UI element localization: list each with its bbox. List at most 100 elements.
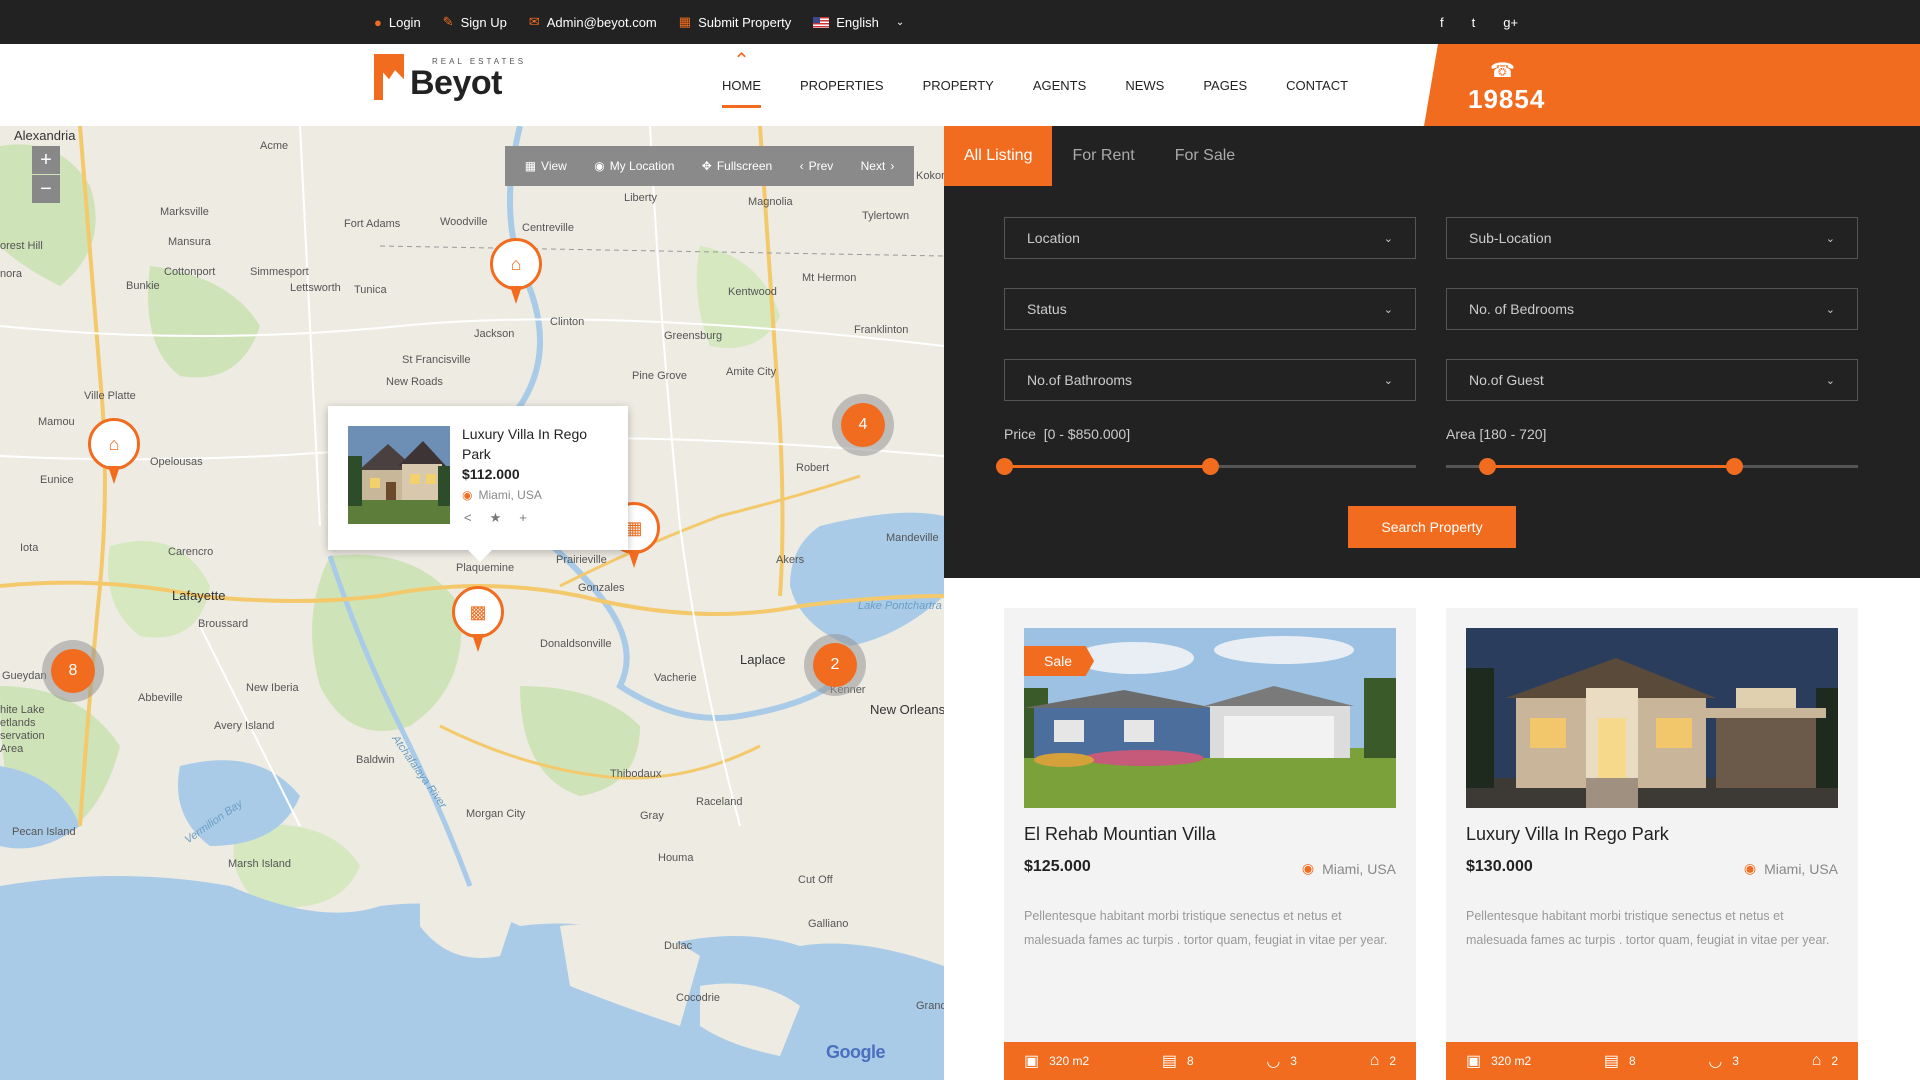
property-image[interactable] <box>1466 628 1838 808</box>
nav-properties[interactable]: PROPERTIES <box>800 44 884 126</box>
my-location-button[interactable]: ◉ My Location <box>594 159 674 173</box>
map-marker[interactable]: ⌂ <box>88 418 140 488</box>
property-title[interactable]: El Rehab Mountian Villa <box>1024 824 1216 845</box>
property-location: ◉ Miami, USA <box>1744 860 1838 877</box>
price-slider[interactable] <box>996 458 1416 475</box>
property-features: ▣ 320 m2 ▤ 8 ◡ 3 ⌂ 2 <box>1004 1042 1416 1080</box>
property-map[interactable]: Alexandria Acme Marksville Mansura Cotto… <box>0 126 944 1080</box>
map-label: hite Lake etlands servation Area <box>0 704 45 755</box>
map-label: Ville Platte <box>84 390 136 402</box>
nav-agents[interactable]: AGENTS <box>1033 44 1086 126</box>
property-title[interactable]: Luxury Villa In Rego Park <box>1466 824 1669 845</box>
chevron-down-icon: ⌄ <box>895 16 905 28</box>
sub-location-select[interactable]: Sub-Location ⌄ <box>1446 217 1858 259</box>
bedrooms-select[interactable]: No. of Bedrooms ⌄ <box>1446 288 1858 330</box>
bathrooms-select[interactable]: No.of Bathrooms ⌄ <box>1004 359 1416 401</box>
fullscreen-button[interactable]: ✥ Fullscreen <box>702 159 772 173</box>
submit-property-link[interactable]: ▦ Submit Property <box>679 14 792 30</box>
logo-name: Beyot <box>410 64 502 102</box>
area-slider[interactable] <box>1446 458 1858 475</box>
popup-property-image[interactable] <box>348 426 450 524</box>
map-cluster[interactable]: 2 <box>804 634 866 696</box>
star-icon[interactable]: ★ <box>490 510 502 526</box>
tab-for-rent[interactable]: For Rent <box>1052 126 1154 186</box>
map-label: Marsh Island <box>228 858 291 870</box>
guest-select[interactable]: No.of Guest ⌄ <box>1446 359 1858 401</box>
marker-tail <box>108 466 120 484</box>
map-label: Grand <box>916 1000 944 1012</box>
feature-beds: ▤ 8 <box>1162 1051 1194 1071</box>
search-panel: All Listing For Rent For Sale Location ⌄ … <box>944 126 1920 578</box>
property-card[interactable]: Luxury Villa In Rego Park $130.000 ◉ Miam… <box>1446 608 1858 1080</box>
nav-contact[interactable]: CONTACT <box>1286 44 1348 126</box>
signup-link[interactable]: ✎ Sign Up <box>443 14 507 30</box>
share-icon[interactable]: < <box>464 510 472 526</box>
property-image[interactable]: Sale <box>1024 628 1396 808</box>
tab-for-sale[interactable]: For Sale <box>1155 126 1255 186</box>
map-label: Tylertown <box>862 210 910 222</box>
garage-icon: ⌂ <box>1811 1052 1822 1069</box>
guest-select-label: No.of Guest <box>1469 372 1544 388</box>
property-location-text: Miami, USA <box>1764 860 1838 877</box>
map-label: Tunica <box>354 284 387 296</box>
listing-tabs: All Listing For Rent For Sale <box>944 126 1255 186</box>
map-info-window[interactable]: Luxury Villa In Rego Park $112.000 ◉ Miam… <box>328 406 628 562</box>
area-range-label: Area [180 - 720] <box>1446 426 1546 442</box>
twitter-icon[interactable]: t <box>1472 15 1476 30</box>
area-label: Area <box>1446 426 1476 442</box>
zoom-in-button[interactable]: + <box>32 146 60 174</box>
email-label: Admin@beyot.com <box>546 14 657 30</box>
map-label: Mamou <box>38 416 75 428</box>
area-min-handle[interactable] <box>1479 458 1497 475</box>
chevron-down-icon: ⌄ <box>1383 303 1393 316</box>
feature-area-value: 320 m2 <box>1049 1054 1090 1068</box>
map-label: Bunkie <box>126 280 160 292</box>
price-max-handle[interactable] <box>1202 458 1219 475</box>
map-label: Mandeville <box>886 532 939 544</box>
nav-property[interactable]: PROPERTY <box>923 44 994 126</box>
property-price: $130.000 <box>1466 858 1533 875</box>
area-max-handle[interactable] <box>1726 458 1744 475</box>
next-button[interactable]: Next › <box>861 159 895 173</box>
feature-beds-value: 8 <box>1186 1054 1194 1068</box>
nav-news[interactable]: NEWS <box>1125 44 1164 126</box>
property-card[interactable]: Sale El Rehab Mountian Villa $125.000 ◉ M… <box>1004 608 1416 1080</box>
search-property-button[interactable]: Search Property <box>1348 506 1516 548</box>
nav-home[interactable]: HOME <box>722 44 761 126</box>
nav-pages[interactable]: PAGES <box>1203 44 1247 126</box>
login-link[interactable]: ● Login <box>374 15 421 30</box>
tab-all-listing[interactable]: All Listing <box>944 126 1053 186</box>
price-min-handle[interactable] <box>996 458 1013 475</box>
map-label: Eunice <box>40 474 74 486</box>
map-label: Robert <box>796 462 830 474</box>
prev-button[interactable]: ‹ Prev <box>800 159 834 173</box>
popup-title[interactable]: Luxury Villa In Rego Park <box>462 424 612 464</box>
map-view-button[interactable]: ▦ View <box>525 159 567 173</box>
map-zoom-controls: + − <box>32 146 60 203</box>
map-marker[interactable]: ▩ <box>452 586 504 656</box>
phone-box[interactable]: ☎ 19854 <box>1424 44 1920 126</box>
map-marker[interactable]: ⌂ <box>490 238 542 308</box>
location-select[interactable]: Location ⌄ <box>1004 217 1416 259</box>
facebook-icon[interactable]: f <box>1440 15 1444 30</box>
feature-baths-value: 3 <box>1290 1054 1297 1068</box>
status-select[interactable]: Status ⌄ <box>1004 288 1416 330</box>
plus-icon[interactable]: + <box>519 510 527 526</box>
map-cluster[interactable]: 8 <box>42 640 104 702</box>
google-logo: Google <box>826 1042 886 1062</box>
bed-icon: ▤ <box>1161 1053 1177 1070</box>
google-plus-icon[interactable]: g+ <box>1503 15 1518 30</box>
price-label: Price <box>1004 426 1036 442</box>
house-photo <box>348 426 450 524</box>
email-link[interactable]: ✉ Admin@beyot.com <box>529 14 657 30</box>
logo-mark-icon <box>374 54 404 100</box>
map-label: Lake Pontchartra <box>858 600 942 612</box>
map-label: Pecan Island <box>12 826 76 838</box>
language-select[interactable]: English ⌄ <box>813 15 904 30</box>
map-label: orest Hill <box>0 240 43 252</box>
map-cluster[interactable]: 4 <box>832 394 894 456</box>
price-range-value: [0 - $850.000] <box>1043 426 1131 442</box>
site-logo[interactable]: REAL ESTATES Beyot <box>374 54 526 102</box>
phone-icon: ☎ <box>1490 60 1515 82</box>
zoom-out-button[interactable]: − <box>32 175 60 203</box>
